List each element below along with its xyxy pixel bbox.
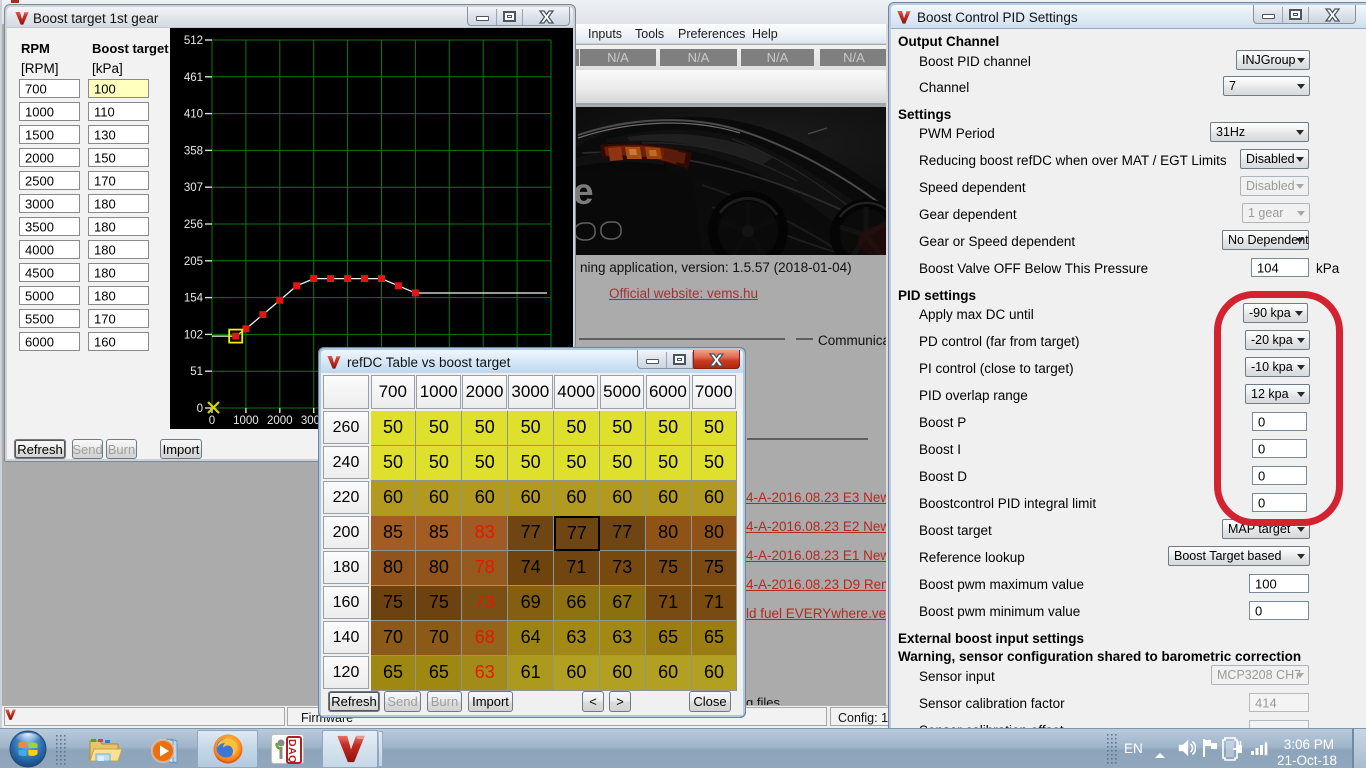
svg-text:0: 0 (209, 415, 215, 427)
svg-text:461: 461 (184, 72, 203, 84)
svg-text:307: 307 (184, 182, 203, 194)
svg-text:1000: 1000 (233, 415, 259, 427)
svg-text:358: 358 (184, 145, 203, 157)
svg-text:0: 0 (197, 403, 203, 415)
svg-text:410: 410 (184, 109, 203, 121)
svg-text:154: 154 (184, 293, 204, 305)
svg-text:512: 512 (184, 35, 203, 47)
svg-text:e: e (573, 171, 594, 212)
svg-text:205: 205 (184, 256, 203, 268)
svg-text:102: 102 (184, 329, 203, 341)
svg-text:2000: 2000 (267, 415, 293, 427)
svg-text:51: 51 (190, 366, 203, 378)
svg-text:256: 256 (184, 219, 203, 231)
svg-text:DAQ: DAQ (286, 739, 298, 764)
